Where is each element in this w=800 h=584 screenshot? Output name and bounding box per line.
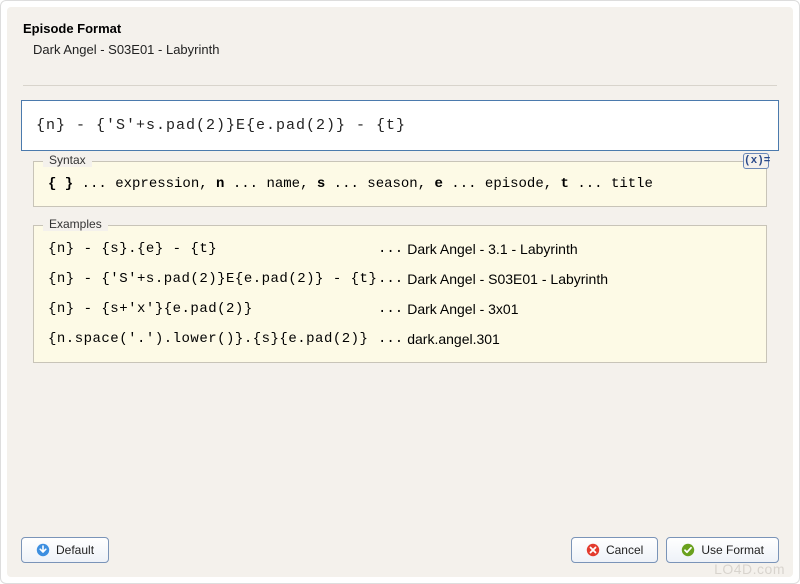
example-expression: {n} - {s+'x'}{e.pad(2)} [48,301,378,317]
format-preview-text: Dark Angel - S03E01 - Labyrinth [23,36,777,57]
example-row: {n.space('.').lower()}.{s}{e.pad(2)} ...… [34,324,766,354]
example-expression: {n} - {'S'+s.pad(2)}E{e.pad(2)} - {t} [48,271,378,287]
syntax-group-label: Syntax [43,153,92,167]
use-format-button-label: Use Format [701,543,764,557]
use-format-button[interactable]: Use Format [666,537,779,563]
expression-help-icon[interactable]: (x)= [743,153,769,169]
default-button[interactable]: Default [21,537,109,563]
cancel-button-label: Cancel [606,543,643,557]
example-output: Dark Angel - S03E01 - Labyrinth [407,271,752,287]
example-output: dark.angel.301 [407,331,752,347]
example-row: {n} - {s}.{e} - {t} ... Dark Angel - 3.1… [34,234,766,264]
separator [23,85,777,86]
format-expression-input[interactable]: {n} - {'S'+s.pad(2)}E{e.pad(2)} - {t} [21,100,779,151]
syntax-legend: { } ... expression, n ... name, s ... se… [33,161,767,207]
example-row: {n} - {s+'x'}{e.pad(2)} ... Dark Angel -… [34,294,766,324]
cancel-button[interactable]: Cancel [571,537,658,563]
button-bar: Default Cancel Use Format [7,537,793,563]
dialog-title: Episode Format [23,21,777,36]
cancel-icon [586,543,600,557]
syntax-e: e [435,176,443,192]
example-row: {n} - {'S'+s.pad(2)}E{e.pad(2)} - {t} ..… [34,264,766,294]
arrow-down-circle-icon [36,543,50,557]
example-expression: {n} - {s}.{e} - {t} [48,241,378,257]
accept-icon [681,543,695,557]
episode-format-dialog: Episode Format Dark Angel - S03E01 - Lab… [7,7,793,577]
examples-group: Examples {n} - {s}.{e} - {t} ... Dark An… [33,225,767,363]
syntax-t: t [561,176,569,192]
example-output: Dark Angel - 3.1 - Labyrinth [407,241,752,257]
dialog-header: Episode Format Dark Angel - S03E01 - Lab… [7,7,793,67]
syntax-group: Syntax (x)= { } ... expression, n ... na… [33,161,767,207]
examples-group-label: Examples [43,217,108,231]
default-button-label: Default [56,543,94,557]
example-expression: {n.space('.').lower()}.{s}{e.pad(2)} [48,331,378,347]
example-output: Dark Angel - 3x01 [407,301,752,317]
watermark-text: LO4D.com [714,561,785,577]
examples-box: {n} - {s}.{e} - {t} ... Dark Angel - 3.1… [33,225,767,363]
syntax-brace: { } [48,176,73,192]
